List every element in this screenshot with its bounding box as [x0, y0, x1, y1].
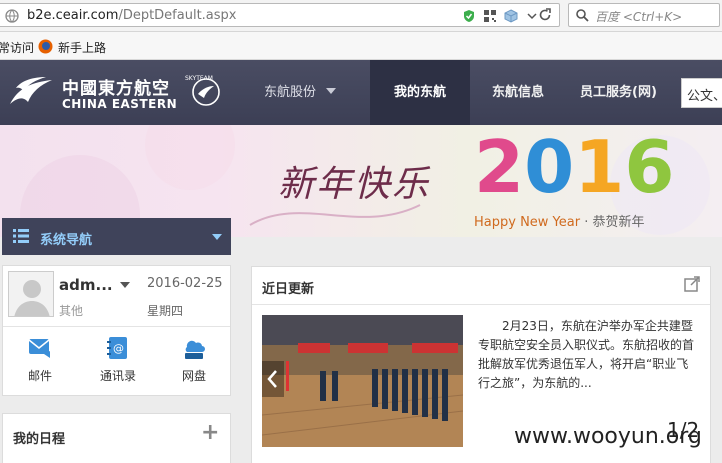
divider — [252, 304, 710, 305]
chevron-left-icon — [267, 370, 277, 388]
system-navigation-bar[interactable]: 系统导航 — [2, 218, 231, 255]
external-link-icon[interactable] — [684, 276, 700, 292]
search-icon — [576, 9, 589, 22]
user-name[interactable]: adm... — [59, 276, 113, 294]
quick-link-label: 通讯录 — [99, 369, 136, 383]
address-bar[interactable]: b2e.ceair.com/DeptDefault.aspx — [0, 3, 560, 27]
browser-toolbar: b2e.ceair.com/DeptDefault.aspx 百度 <Ctrl+… — [0, 0, 722, 32]
quick-link-label: 邮件 — [27, 369, 52, 383]
bookmark-getting-started[interactable]: 新手上路 — [58, 39, 106, 56]
logo-chinese: 中國東方航空 — [62, 79, 170, 99]
cube-icon[interactable] — [504, 9, 518, 23]
firefox-icon — [38, 39, 53, 54]
carousel-prev-button[interactable] — [262, 361, 284, 397]
browser-window: { "browser": { "url_host": "b2e.ceair.co… — [0, 0, 722, 463]
qr-code-icon[interactable] — [483, 9, 497, 23]
user-profile-card: adm... 其他 2016-02-25 星期四 邮件 @ 通讯录 网盘 — [2, 265, 231, 396]
china-eastern-logo-icon[interactable] — [8, 74, 54, 110]
quick-link-mail[interactable]: 邮件 — [15, 336, 65, 384]
schedule-title: 我的日程 — [13, 432, 66, 447]
current-weekday: 星期四 — [147, 304, 184, 318]
quick-link-cloud-drive[interactable]: 网盘 — [169, 336, 219, 384]
site-header: 中國東方航空 CHINA EASTERN SKYTEAM 东航股份 我的东航 东… — [0, 60, 722, 125]
svg-text:SKYTEAM: SKYTEAM — [185, 75, 213, 82]
user-menu-chevron-icon[interactable] — [120, 282, 130, 288]
url-host: b2e.ceair.com — [27, 8, 119, 23]
user-silhouette-icon — [14, 280, 50, 316]
add-schedule-icon[interactable]: + — [201, 420, 219, 445]
recent-updates-title: 近日更新 — [262, 282, 315, 297]
current-date: 2016-02-25 — [147, 276, 223, 291]
address-book-icon: @ — [107, 337, 127, 359]
browser-search-input[interactable]: 百度 <Ctrl+K> — [568, 3, 720, 27]
quick-link-contacts[interactable]: @ 通讯录 — [93, 336, 143, 384]
bookmark-most-visited[interactable]: 常访问 — [0, 39, 34, 56]
nav-label: 东航股份 — [264, 85, 317, 100]
banner-greeting: 新年快乐 — [278, 164, 431, 205]
nav-eastern-info[interactable]: 东航信息 — [492, 60, 562, 125]
banner-english: Happy New Year — [474, 215, 581, 230]
skyteam-logo-icon: SKYTEAM — [185, 75, 220, 106]
site-search-input[interactable]: 公文、 — [681, 78, 722, 108]
cloud-drive-icon — [185, 340, 205, 359]
globe-icon — [5, 9, 19, 23]
url-path: /DeptDefault.aspx — [118, 8, 237, 23]
list-menu-icon — [13, 229, 29, 243]
logo-english: CHINA EASTERN — [62, 97, 178, 111]
divider — [3, 326, 230, 327]
quick-link-label: 网盘 — [181, 369, 206, 383]
news-summary[interactable]: 2月23日，东航在沪举办军企共建暨专职航空安全员入职仪式。东航招收的首批解放军优… — [478, 317, 700, 393]
my-schedule-card: 我的日程 + — [2, 413, 231, 463]
banner-happy-new-year: Happy New Year · 恭贺新年 — [474, 215, 645, 230]
system-navigation-label: 系统导航 — [40, 233, 93, 248]
news-photo-image — [262, 315, 463, 447]
nav-employee-services[interactable]: 员工服务(网) — [580, 60, 675, 125]
user-department: 其他 — [59, 304, 84, 318]
bookmarks-bar: 常访问 新手上路 — [0, 32, 722, 60]
news-photo[interactable] — [262, 315, 463, 447]
chevron-down-icon[interactable] — [212, 234, 222, 240]
search-placeholder: 百度 <Ctrl+K> — [595, 10, 683, 24]
chevron-down-icon — [326, 88, 336, 94]
nav-dongfang-shares[interactable]: 东航股份 — [264, 60, 364, 125]
reload-icon[interactable] — [538, 8, 552, 22]
mail-icon — [28, 339, 50, 358]
shield-icon[interactable] — [462, 9, 476, 23]
banner-chinese: 恭贺新年 — [592, 215, 645, 230]
avatar[interactable] — [8, 271, 54, 317]
dropdown-arrow-icon[interactable] — [525, 9, 539, 23]
svg-text:@: @ — [113, 342, 124, 355]
nav-my-eastern[interactable]: 我的东航 — [370, 60, 470, 125]
banner-year: 2016 2016 — [474, 125, 675, 209]
page-indicator: 1/2 — [667, 418, 700, 442]
